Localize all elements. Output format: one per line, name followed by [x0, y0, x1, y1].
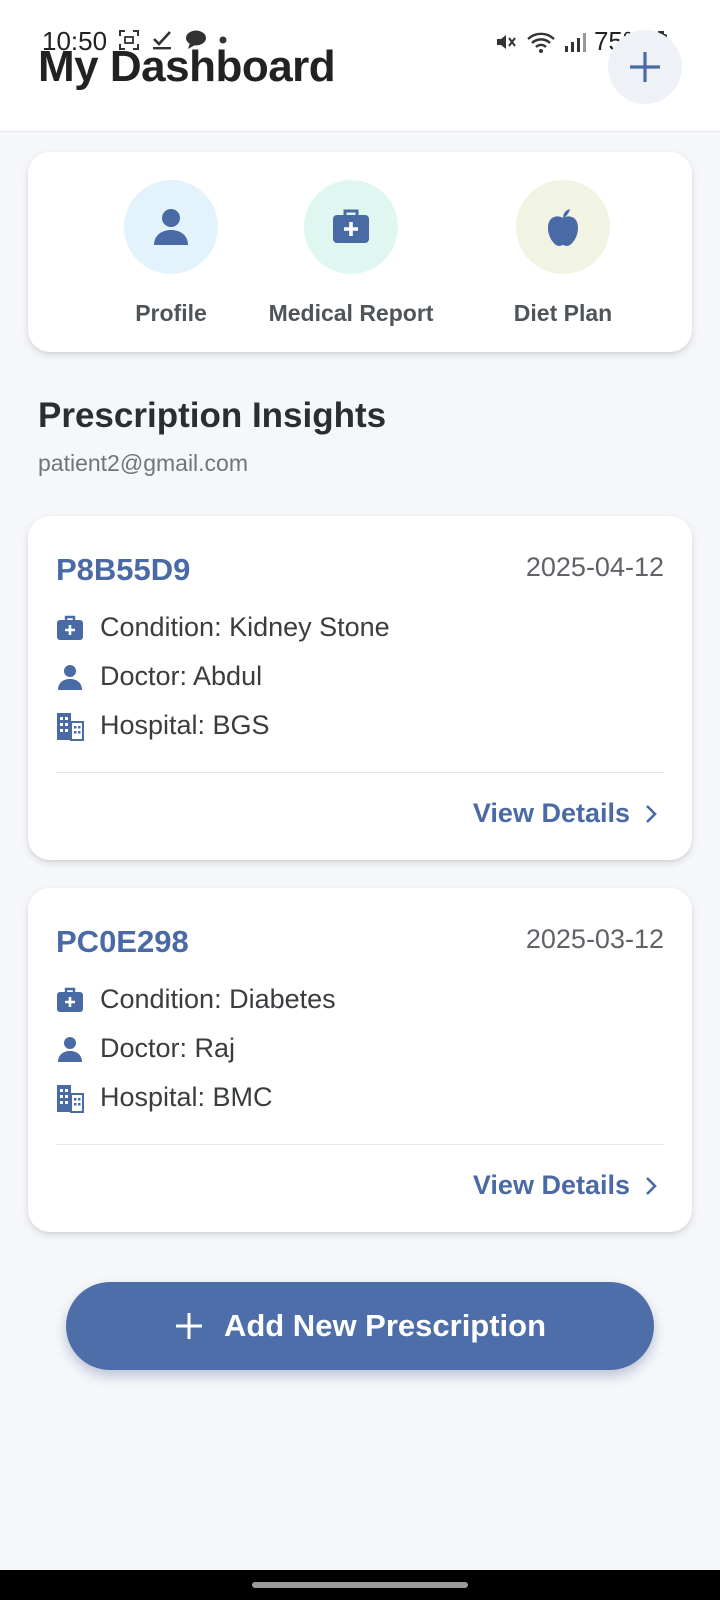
hospital-text: Hospital: BMC — [100, 1082, 273, 1112]
quick-action-diet-plan[interactable]: Diet Plan — [468, 180, 658, 327]
section-title: Prescription Insights — [38, 396, 387, 435]
quick-action-medical-report[interactable]: Medical Report — [256, 180, 446, 327]
condition-text: Condition: Kidney Stone — [100, 612, 390, 642]
view-details-link[interactable]: View Details — [473, 798, 658, 829]
plus-icon — [175, 1313, 202, 1339]
top-app-bar: 10:50 75% My Dashboard — [0, 0, 720, 132]
person-icon — [56, 1035, 84, 1063]
condition-text: Condition: Diabetes — [100, 984, 336, 1014]
page-title: My Dashboard — [38, 42, 336, 91]
card-divider — [56, 772, 664, 773]
diet-plan-icon-circle — [516, 180, 610, 274]
wifi-icon — [527, 32, 555, 53]
building-icon — [56, 712, 84, 741]
prescription-date: 2025-04-12 — [525, 552, 664, 582]
view-details-label: View Details — [472, 798, 630, 828]
prescription-id: P8B55D9 — [56, 552, 191, 587]
condition-row: Condition: Diabetes — [56, 984, 336, 1015]
home-gesture-handle[interactable] — [252, 1582, 468, 1588]
view-details-link[interactable]: View Details — [473, 1170, 658, 1201]
medkit-icon — [56, 986, 84, 1014]
add-new-prescription-label: Add New Prescription — [223, 1308, 547, 1343]
prescription-card[interactable]: PC0E298 2025-03-12 Condition: Diabetes D… — [28, 888, 692, 1232]
signal-icon — [564, 32, 586, 52]
plus-icon — [630, 52, 660, 82]
medkit-icon — [333, 209, 369, 243]
prescription-date: 2025-03-12 — [525, 924, 664, 954]
quick-action-label: Profile — [135, 300, 207, 326]
medical-report-icon-circle — [304, 180, 398, 274]
quick-action-profile[interactable]: Profile — [76, 180, 266, 327]
building-icon — [56, 1084, 84, 1113]
doctor-text: Doctor: Raj — [100, 1033, 236, 1063]
hospital-row: Hospital: BMC — [56, 1082, 273, 1113]
doctor-text: Doctor: Abdul — [100, 661, 263, 691]
hospital-row: Hospital: BGS — [56, 710, 270, 741]
prescription-card[interactable]: P8B55D9 2025-04-12 Condition: Kidney Sto… — [28, 516, 692, 860]
add-button[interactable] — [608, 30, 682, 104]
quick-actions-card: Profile Medical Report Diet Plan — [28, 152, 692, 352]
chevron-right-icon — [646, 1176, 657, 1195]
add-new-prescription-button[interactable]: Add New Prescription — [66, 1282, 654, 1370]
condition-row: Condition: Kidney Stone — [56, 612, 390, 643]
chevron-right-icon — [646, 804, 657, 823]
prescription-id: PC0E298 — [56, 924, 189, 959]
card-divider — [56, 1144, 664, 1145]
doctor-row: Doctor: Abdul — [56, 661, 262, 692]
doctor-row: Doctor: Raj — [56, 1033, 235, 1064]
system-nav-bar — [0, 1570, 720, 1600]
medkit-icon — [56, 614, 84, 642]
profile-icon-circle — [124, 180, 218, 274]
quick-action-label: Medical Report — [268, 300, 434, 326]
person-icon — [154, 209, 188, 245]
hospital-text: Hospital: BGS — [100, 710, 270, 740]
patient-email: patient2@gmail.com — [38, 450, 248, 476]
mute-icon — [496, 34, 516, 49]
person-icon — [56, 663, 84, 691]
quick-action-label: Diet Plan — [513, 300, 613, 326]
view-details-label: View Details — [472, 1170, 630, 1200]
apple-icon — [548, 209, 578, 246]
